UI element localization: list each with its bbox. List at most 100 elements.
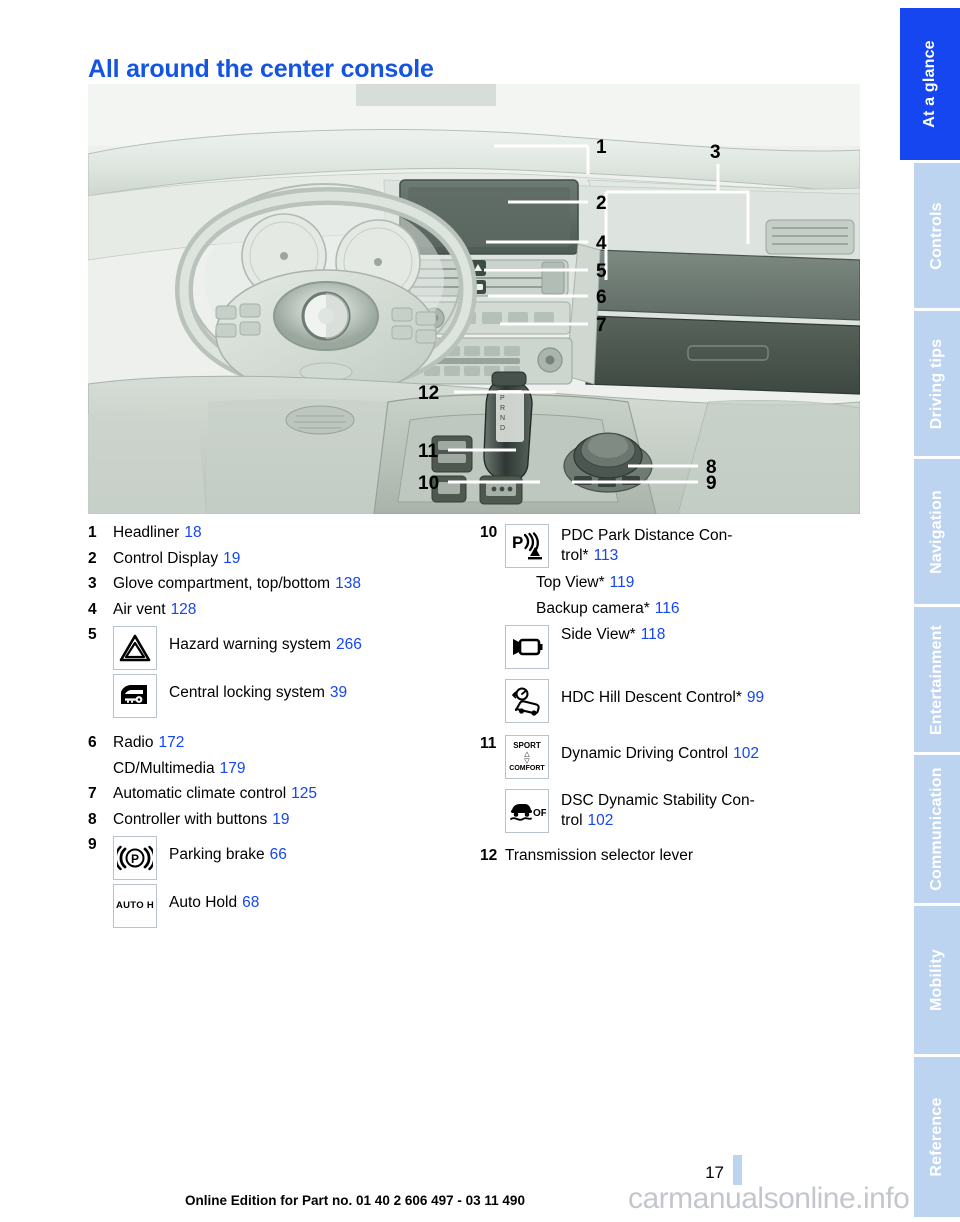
page-ref[interactable]: 68 xyxy=(242,894,259,911)
legend-number: 11 xyxy=(480,735,497,752)
page-ref[interactable]: 125 xyxy=(291,785,317,802)
sidebar-tab-label: Mobility xyxy=(928,948,945,1012)
page-ref[interactable]: 113 xyxy=(594,547,619,564)
legend-item-side-view: Side View* 118 xyxy=(480,625,880,669)
legend-label: HDC Hill Descent Control* 99 xyxy=(561,679,764,706)
callout-3: 3 xyxy=(710,142,721,163)
footer-edition-note: Online Edition for Part no. 01 40 2 606 … xyxy=(185,1193,525,1208)
legend-item-central-locking: Central locking system 39 xyxy=(88,674,478,718)
sidebar-tab-label: Communication xyxy=(928,767,945,891)
legend-item-11: 11 SPORT △ ▽ COMFORT Dynamic Driving Con… xyxy=(480,735,880,779)
legend-text: Dynamic Driving Control xyxy=(561,745,729,762)
sidebar-tab-communication[interactable]: Communication xyxy=(914,755,960,903)
auto-hold-icon: AUTO H xyxy=(113,884,157,928)
legend-column-left: 1 Headliner 18 2 Control Display 19 3 Glov… xyxy=(88,524,478,932)
legend-item-top-view: Top View* 119 xyxy=(536,574,880,591)
callout-7: 7 xyxy=(596,315,607,336)
sidebar-tab-controls[interactable]: Controls xyxy=(914,163,960,308)
legend-item-7: 7 Automatic climate control 125 xyxy=(88,785,478,802)
legend-text: Automatic climate control xyxy=(113,785,287,802)
legend-item-dsc: OFF DSC Dynamic Stability Con-trol102 xyxy=(480,789,880,833)
page-ref[interactable]: 172 xyxy=(159,734,185,751)
legend-text: Radio xyxy=(113,734,154,751)
page-ref[interactable]: 179 xyxy=(220,760,246,777)
page-ref[interactable]: 19 xyxy=(223,550,240,567)
legend-label: PDC Park Distance Con-trol* 113 xyxy=(561,524,732,566)
parking-brake-icon: P xyxy=(113,836,157,880)
page-ref[interactable]: 119 xyxy=(610,574,635,591)
manual-page: All around the center console P R N D 1 … xyxy=(0,0,960,1222)
page-ref[interactable]: 128 xyxy=(171,601,197,618)
auto-hold-icon-label: AUTO H xyxy=(115,900,155,912)
legend-item-3: 3 Glove compartment, top/bottom 138 xyxy=(88,575,478,592)
sidebar-tab-label: Entertainment xyxy=(928,624,945,735)
legend-text: HDC Hill Descent Control* xyxy=(561,689,742,706)
legend-label: Dynamic Driving Control 102 xyxy=(561,735,759,762)
triangle-up-icon: △ xyxy=(524,750,530,758)
legend-label: Auto Hold 68 xyxy=(169,884,259,911)
callout-4: 4 xyxy=(596,233,607,254)
legend-number: 4 xyxy=(88,600,97,618)
sidebar-tab-mobility[interactable]: Mobility xyxy=(914,906,960,1054)
hdc-icon xyxy=(505,679,549,723)
callout-2: 2 xyxy=(596,193,607,214)
callout-1: 1 xyxy=(596,137,607,158)
legend-label: Control Display 19 xyxy=(113,550,240,567)
legend-number: 1 xyxy=(88,524,97,541)
legend-text: Control Display xyxy=(113,549,219,567)
page-ref[interactable]: 138 xyxy=(335,575,361,592)
legend-text: Transmission selector lever xyxy=(505,847,694,864)
dsc-off-label: OFF xyxy=(533,808,546,819)
legend-label: DSC Dynamic Stability Con-trol 102 xyxy=(561,789,755,831)
page-title: All around the center console xyxy=(88,54,434,83)
triangle-down-icon: ▽ xyxy=(524,757,530,765)
legend-label: Headliner 18 xyxy=(113,524,202,541)
legend-label: Top View* 119 xyxy=(536,574,634,591)
sidebar-tab-reference[interactable]: Reference xyxy=(914,1057,960,1217)
sidebar-tab-navigation[interactable]: Navigation xyxy=(914,459,960,604)
legend-item-10: 10 P PDC Park Distance Con-trol* 113 xyxy=(480,524,880,568)
legend-label: Air vent 128 xyxy=(113,601,196,618)
svg-text:P: P xyxy=(512,533,523,552)
legend-item-1: 1 Headliner 18 xyxy=(88,524,478,541)
page-ref[interactable]: 118 xyxy=(641,626,666,643)
dsc-off-icon: OFF xyxy=(505,789,549,833)
legend-label: Backup camera* 116 xyxy=(536,600,679,617)
central-locking-icon xyxy=(113,674,157,718)
page-ref[interactable]: 39 xyxy=(330,684,347,701)
page-ref[interactable]: 102 xyxy=(588,812,614,829)
dashboard-illustration: P R N D 1 2 3 4 5 6 7 8 9 10 11 12 xyxy=(88,84,860,514)
page-ref[interactable]: 102 xyxy=(733,745,759,762)
sport-label: SPORT xyxy=(513,741,541,751)
legend-label: Parking brake 66 xyxy=(169,836,287,863)
watermark: carmanualsonline.info xyxy=(628,1182,910,1215)
legend-text: Side View* xyxy=(561,626,636,643)
sidebar-tab-entertainment[interactable]: Entertainment xyxy=(914,607,960,752)
legend-item-hdc: HDC Hill Descent Control* 99 xyxy=(480,679,880,723)
legend-number: 9 xyxy=(88,836,97,853)
sidebar-tab-label: Controls xyxy=(928,201,945,270)
sidebar-tab-driving-tips[interactable]: Driving tips xyxy=(914,311,960,456)
page-number: 17 xyxy=(705,1163,724,1182)
page-ref[interactable]: 266 xyxy=(336,636,362,653)
legend-item-5: 5 Hazard warning system 266 xyxy=(88,626,478,670)
page-ref[interactable]: 19 xyxy=(272,811,289,828)
legend-text: CD/Multimedia xyxy=(113,759,215,777)
legend-label: Glove compartment, top/bottom 138 xyxy=(113,575,361,592)
callout-6: 6 xyxy=(596,287,607,308)
legend-item-9: 9 P Parking brake 66 xyxy=(88,836,478,880)
callout-12: 12 xyxy=(418,383,439,404)
legend-label: CD/Multimedia 179 xyxy=(113,760,246,777)
side-view-camera-icon xyxy=(505,625,549,669)
legend-text: PDC Park Distance Con-trol* xyxy=(561,527,733,564)
legend-text: Parking brake xyxy=(169,846,265,863)
page-ref[interactable]: 99 xyxy=(747,689,764,706)
page-ref[interactable]: 66 xyxy=(270,846,287,863)
page-ref[interactable]: 116 xyxy=(655,600,680,617)
comfort-label: COMFORT xyxy=(509,764,545,772)
page-ref[interactable]: 18 xyxy=(184,524,201,541)
legend-item-6: 6 Radio 172 xyxy=(88,734,478,751)
legend-text: Top View* xyxy=(536,574,605,591)
sidebar-tab-at-a-glance[interactable]: At a glance xyxy=(900,8,960,160)
legend-number: 12 xyxy=(480,847,498,864)
